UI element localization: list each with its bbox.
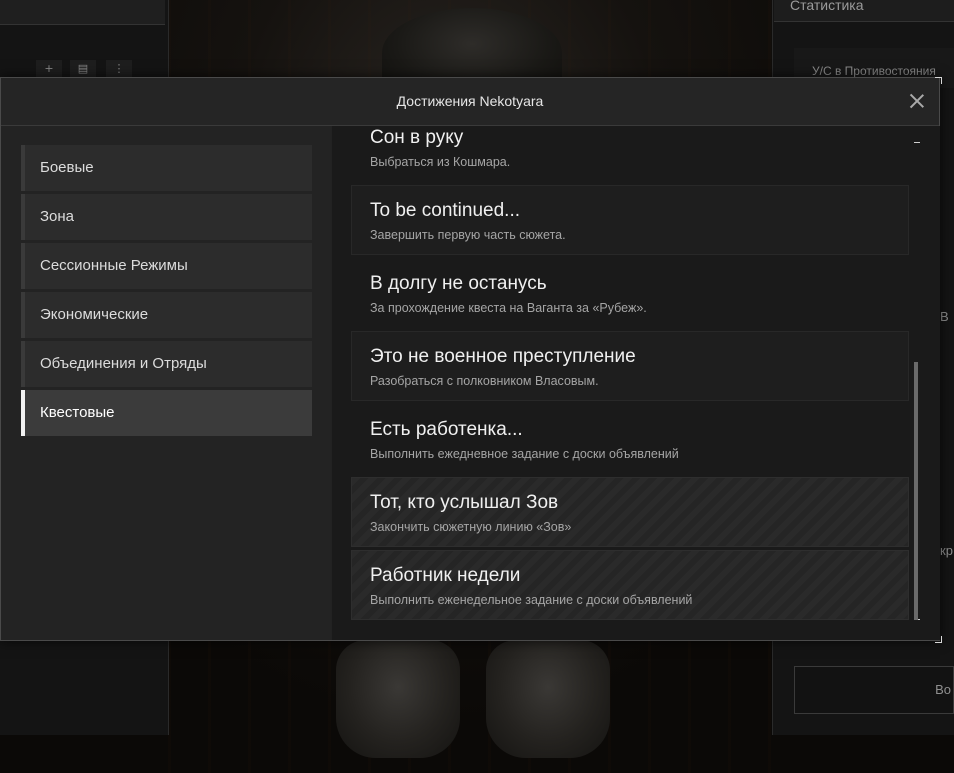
achievement-title: Сон в руку xyxy=(370,127,464,148)
achievement-title: Это не военное преступление xyxy=(370,346,636,367)
achievement-title: To be continued... xyxy=(370,200,520,221)
character-right-boot xyxy=(486,640,610,758)
scrollbar-thumb[interactable] xyxy=(914,362,918,620)
chat-icon[interactable]: ▤ xyxy=(70,60,96,78)
character-left-boot xyxy=(336,640,460,758)
modal-title: Достижения Nekotyara xyxy=(396,93,544,109)
achievement-description: Выбраться из Кошмара. xyxy=(370,155,511,169)
category-economic[interactable]: Экономические xyxy=(21,292,312,338)
achievement-description: Выполнить ежедневное задание с доски объ… xyxy=(370,447,679,461)
category-session-modes[interactable]: Сессионные Режимы xyxy=(21,243,312,289)
achievement-description: Разобраться с полковником Власовым. xyxy=(370,374,599,388)
achievement-list[interactable]: Сон в руку Выбраться из Кошмара. To be c… xyxy=(332,126,940,640)
modal-corner-accent xyxy=(935,636,942,643)
category-quests[interactable]: Квестовые xyxy=(21,390,312,436)
modal-header: Достижения Nekotyara xyxy=(1,78,939,126)
achievement-description: Закончить сюжетную линию «Зов» xyxy=(370,520,572,534)
left-panel-topbar xyxy=(0,0,165,25)
category-clans-squads[interactable]: Объединения и Отряды xyxy=(21,341,312,387)
achievement-item: Сон в руку Выбраться из Кошмара. xyxy=(351,126,909,182)
achievement-title: Есть работенка... xyxy=(370,419,523,440)
right-panel-fragment: кр xyxy=(940,543,953,558)
stats-title: Статистика xyxy=(774,0,954,22)
achievement-title: В долгу не останусь xyxy=(370,273,547,294)
achievement-description: За прохождение квеста на Ваганта за «Руб… xyxy=(370,301,647,315)
achievement-title: Работник недели xyxy=(370,565,521,586)
category-sidebar: Боевые Зона Сессионные Режимы Экономичес… xyxy=(1,126,331,640)
achievement-description: Завершить первую часть сюжета. xyxy=(370,228,566,242)
modal-corner-accent xyxy=(935,77,942,84)
achievement-title: Тот, кто услышал Зов xyxy=(370,492,559,513)
right-panel-button[interactable]: Во xyxy=(794,666,954,714)
more-icon[interactable]: ⋮ xyxy=(106,60,132,78)
category-combat[interactable]: Боевые xyxy=(21,145,312,191)
achievement-item: To be continued... Завершить первую част… xyxy=(351,185,909,255)
achievement-item: Это не военное преступление Разобраться … xyxy=(351,331,909,401)
close-icon[interactable] xyxy=(909,93,925,109)
category-zone[interactable]: Зона xyxy=(21,194,312,240)
achievement-description: Выполнить еженедельное задание с доски о… xyxy=(370,593,693,607)
add-friend-icon[interactable]: + xyxy=(36,60,62,78)
achievements-modal: Достижения Nekotyara Боевые Зона Сессион… xyxy=(0,77,940,641)
achievement-item: В долгу не останусь За прохождение квест… xyxy=(351,258,909,328)
achievement-item: Есть работенка... Выполнить ежедневное з… xyxy=(351,404,909,474)
achievement-item-completed: Работник недели Выполнить еженедельное з… xyxy=(351,550,909,620)
right-panel-fragment: В xyxy=(940,309,949,324)
achievement-item-completed: Тот, кто услышал Зов Закончить сюжетную … xyxy=(351,477,909,547)
